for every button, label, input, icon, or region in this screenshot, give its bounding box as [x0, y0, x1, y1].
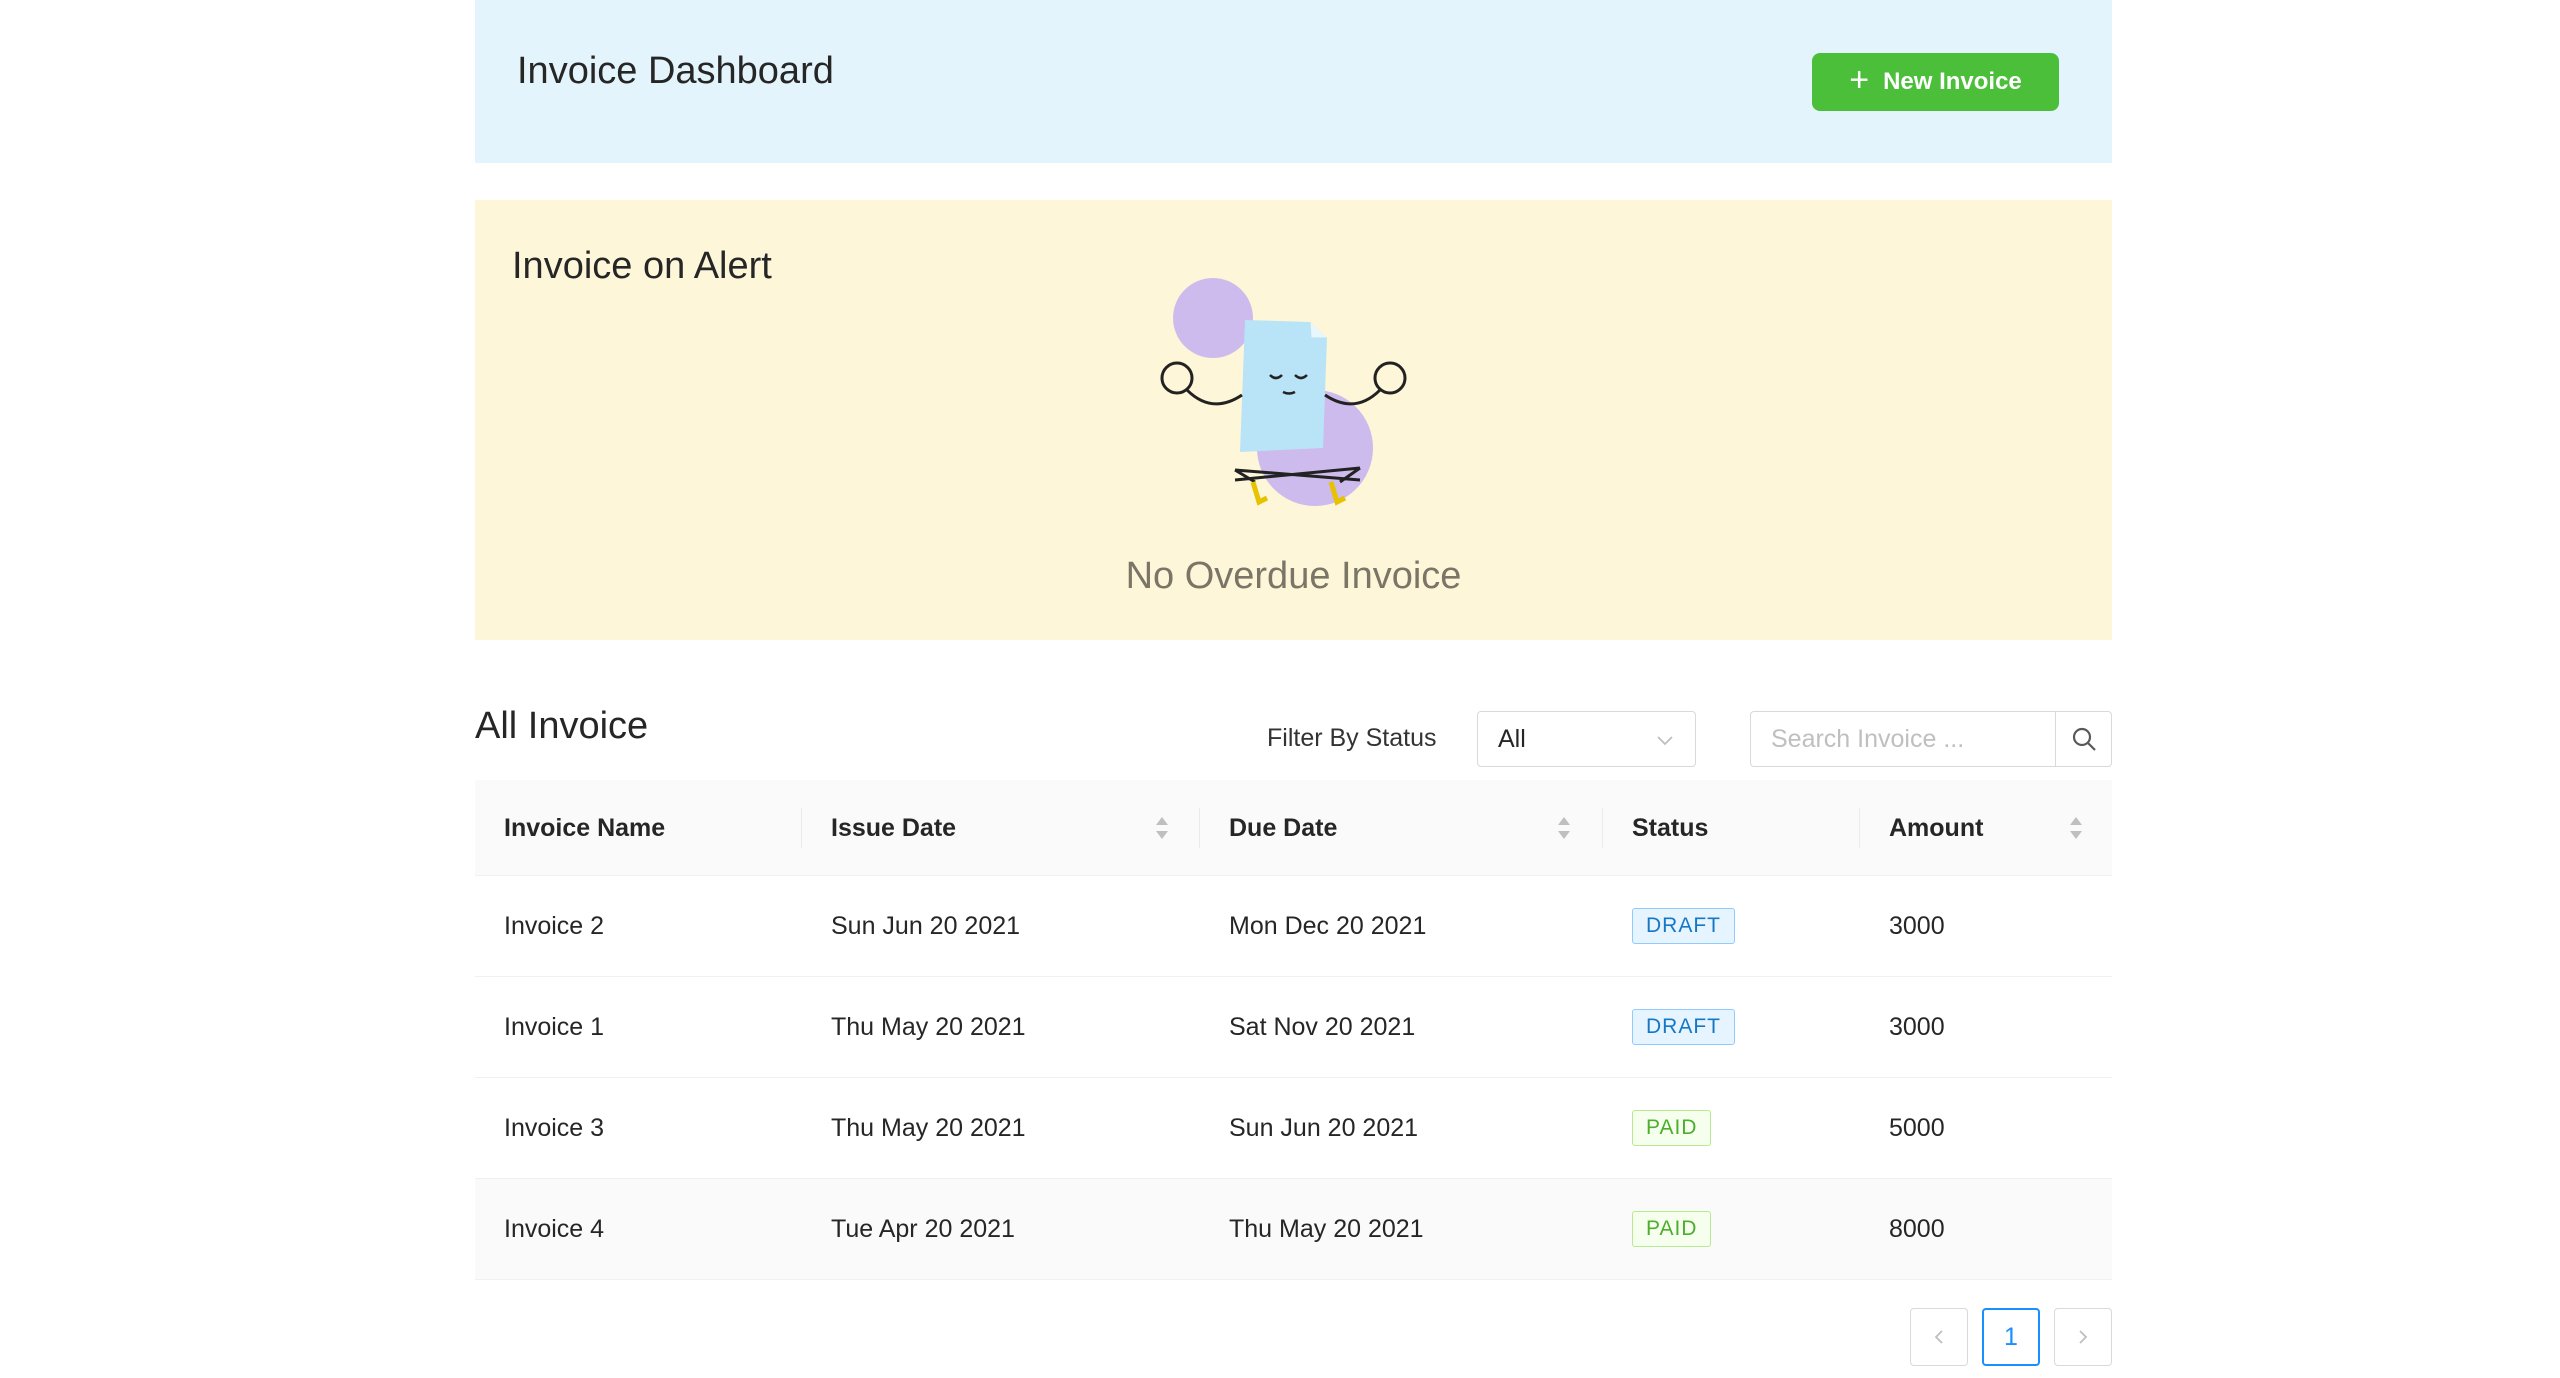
search-button[interactable] [2055, 711, 2112, 767]
dashboard-header: Invoice Dashboard + New Invoice [475, 0, 2112, 163]
column-divider [1199, 808, 1200, 848]
search-input[interactable] [1750, 711, 2055, 767]
page-title: Invoice Dashboard [517, 50, 834, 92]
issue-date-cell: Thu May 20 2021 [831, 1012, 1026, 1041]
filter-status-label: Filter By Status [1267, 724, 1437, 752]
chevron-left-icon [1934, 1330, 1943, 1344]
column-header-due-date[interactable]: Due Date [1229, 780, 1337, 876]
table-row[interactable]: Invoice 4 Tue Apr 20 2021 Thu May 20 202… [475, 1179, 2112, 1280]
status-badge: PAID [1632, 1211, 1712, 1247]
column-divider [1859, 808, 1860, 848]
chevron-down-icon [1657, 736, 1673, 746]
status-badge: DRAFT [1632, 1009, 1735, 1045]
table-row[interactable]: Invoice 3 Thu May 20 2021 Sun Jun 20 202… [475, 1078, 2112, 1179]
invoice-name-cell: Invoice 2 [504, 911, 605, 940]
status-filter-value: All [1498, 724, 1526, 753]
previous-page-button[interactable] [1910, 1308, 1968, 1366]
invoice-name-cell: Invoice 1 [504, 1012, 605, 1041]
invoice-name-cell: Invoice 3 [504, 1113, 605, 1142]
sort-icon[interactable] [1556, 814, 1572, 842]
column-divider [801, 808, 802, 848]
invoice-name-cell: Invoice 4 [504, 1214, 605, 1243]
sort-icon[interactable] [1154, 814, 1170, 842]
plus-icon: + [1849, 61, 1870, 99]
status-badge: DRAFT [1632, 908, 1735, 944]
table-row[interactable]: Invoice 1 Thu May 20 2021 Sat Nov 20 202… [475, 977, 2112, 1078]
meditating-document-illustration [1160, 278, 1407, 506]
page-number-button[interactable]: 1 [1982, 1308, 2040, 1366]
table-row[interactable]: Invoice 2 Sun Jun 20 2021 Mon Dec 20 202… [475, 876, 2112, 977]
due-date-cell: Sat Nov 20 2021 [1229, 1012, 1416, 1041]
amount-cell: 3000 [1889, 911, 1945, 940]
column-header-status: Status [1632, 813, 1709, 842]
new-invoice-label: New Invoice [1883, 68, 2022, 95]
empty-state-text: No Overdue Invoice [1125, 555, 1462, 597]
column-divider [1602, 808, 1603, 848]
column-header-issue-date[interactable]: Issue Date [831, 780, 956, 876]
status-badge: PAID [1632, 1110, 1712, 1146]
status-filter-select[interactable]: All [1477, 711, 1696, 767]
due-date-cell: Sun Jun 20 2021 [1229, 1113, 1419, 1142]
issue-date-cell: Sun Jun 20 2021 [831, 911, 1021, 940]
issue-date-cell: Tue Apr 20 2021 [831, 1214, 1015, 1243]
invoice-section-title: All Invoice [475, 705, 649, 747]
table-header: Invoice Name Issue Date Due Date Status … [475, 780, 2112, 876]
alert-panel: Invoice on Alert No Overdue Invoice [475, 200, 2112, 640]
search-icon [2072, 727, 2096, 751]
sort-icon[interactable] [2068, 814, 2084, 842]
issue-date-cell: Thu May 20 2021 [831, 1113, 1026, 1142]
new-invoice-button[interactable]: + New Invoice [1812, 53, 2059, 111]
next-page-button[interactable] [2054, 1308, 2112, 1366]
alert-title: Invoice on Alert [512, 245, 772, 287]
chevron-right-icon [2079, 1330, 2088, 1344]
invoice-table: Invoice Name Issue Date Due Date Status … [475, 780, 2112, 1280]
amount-cell: 5000 [1889, 1113, 1945, 1142]
due-date-cell: Mon Dec 20 2021 [1229, 911, 1427, 940]
column-header-amount[interactable]: Amount [1889, 780, 1983, 876]
amount-cell: 3000 [1889, 1012, 1945, 1041]
amount-cell: 8000 [1889, 1214, 1945, 1243]
column-header-invoice-name: Invoice Name [504, 813, 666, 842]
due-date-cell: Thu May 20 2021 [1229, 1214, 1424, 1243]
